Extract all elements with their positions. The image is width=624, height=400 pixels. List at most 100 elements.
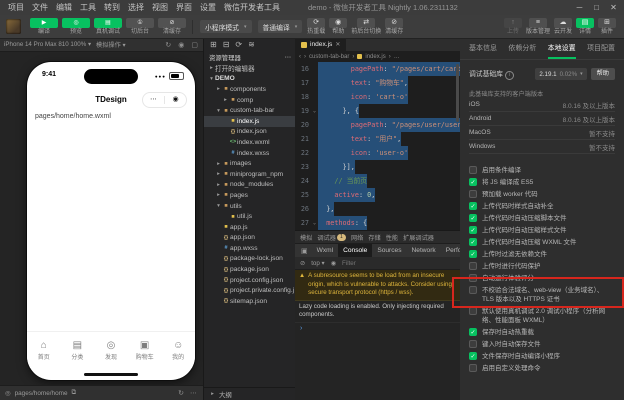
collapse-icon[interactable]: ≋ bbox=[248, 40, 255, 49]
tree-item-custom-tab-bar[interactable]: ▾ ■ custom-tab-bar bbox=[204, 105, 296, 116]
预览-button-icon[interactable]: ◎ bbox=[62, 17, 90, 28]
debugger-tab-存储[interactable]: 存储 bbox=[368, 233, 380, 242]
info-icon[interactable]: i bbox=[504, 71, 514, 80]
setting-option-12[interactable]: 默认使用真机调试 2.0 调试小程序（分析网络、性能面板 WXML） bbox=[469, 307, 615, 325]
details-tab-基本信息[interactable]: 基本信息 bbox=[469, 38, 497, 59]
exit-icon[interactable]: ◉ bbox=[165, 94, 186, 106]
close-icon[interactable]: ✕ bbox=[335, 41, 340, 48]
tree-item-sitemap.json[interactable]: {} sitemap.json bbox=[204, 296, 296, 307]
帮助-icon[interactable]: ◉ bbox=[329, 17, 348, 28]
setting-option-9[interactable]: 上传时进行代码保护 bbox=[469, 262, 615, 271]
menu-item[interactable]: 项目 bbox=[4, 2, 28, 13]
menu-item[interactable]: 视图 bbox=[148, 2, 172, 13]
new-folder-icon[interactable]: ⊟ bbox=[223, 40, 230, 49]
setting-option-5[interactable]: ✓ 上传代码时自动压缩脚本文件 bbox=[469, 214, 615, 223]
setting-option-15[interactable]: ✓ 文件保存时自动编译小程序 bbox=[469, 352, 615, 361]
tree-item-app.json[interactable]: {} app.json bbox=[204, 233, 296, 244]
setting-option-14[interactable]: 键入时自动保存文件 bbox=[469, 340, 615, 349]
热重载-icon[interactable]: ⟳ bbox=[307, 17, 326, 28]
toolbar-button-编译[interactable]: ▶ 编译 bbox=[30, 17, 58, 36]
devtools-tab-Wxml[interactable]: Wxml bbox=[312, 244, 338, 257]
compile-mode-select[interactable]: 普通编译 ▾ bbox=[257, 20, 303, 33]
base-library-select[interactable]: 2.19.1 0.02% ▾ bbox=[535, 68, 587, 80]
checkbox-unchecked-icon[interactable] bbox=[469, 364, 477, 372]
setting-option-13[interactable]: ✓ 保存时自动热重载 bbox=[469, 328, 615, 337]
more-icon[interactable]: ⋯ bbox=[285, 53, 291, 61]
toolbar-icon-帮助[interactable]: ◉ 帮助 bbox=[329, 17, 348, 36]
tree-item-utils[interactable]: ▾ ■ utils bbox=[204, 201, 296, 212]
filter-input[interactable]: Filter bbox=[342, 260, 356, 267]
debugger-tab-模拟[interactable]: 模拟 bbox=[300, 233, 312, 242]
devtools-tab-Console[interactable]: Console bbox=[338, 244, 373, 257]
checkbox-checked-icon[interactable]: ✓ bbox=[469, 226, 477, 234]
new-file-icon[interactable]: ⊞ bbox=[210, 40, 217, 49]
forward-icon[interactable]: › bbox=[304, 54, 306, 60]
清缓存-button-icon[interactable]: ⊘ bbox=[158, 17, 186, 28]
setting-option-2[interactable]: ✓ 将 JS 编译成 ES5 bbox=[469, 178, 615, 187]
phone-tab-发现[interactable]: ◎ 发现 bbox=[94, 332, 128, 368]
tree-item-package-lock.json[interactable]: {} package-lock.json bbox=[204, 254, 296, 265]
screenshot-icon[interactable]: ◉ bbox=[177, 41, 185, 49]
detach-icon[interactable]: ▢ bbox=[190, 41, 199, 49]
toolbar-button-详情[interactable]: ▤ 详情 bbox=[576, 17, 594, 36]
network-select[interactable]: 模拟操作 ▾ bbox=[96, 40, 126, 49]
tree-item-node_modules[interactable]: ▸ ■ node_modules bbox=[204, 180, 296, 191]
editor-tab-indexjs[interactable]: index.js ✕ bbox=[295, 38, 347, 51]
context-select[interactable]: top ▾ bbox=[311, 260, 324, 267]
details-tab-本地设置[interactable]: 本地设置 bbox=[547, 38, 576, 59]
project-avatar[interactable] bbox=[6, 19, 21, 34]
checkbox-checked-icon[interactable]: ✓ bbox=[469, 352, 477, 360]
toolbar-icon-清缓存[interactable]: ⊘ 清缓存 bbox=[385, 17, 403, 36]
fold-icon[interactable]: ⌄ bbox=[311, 104, 318, 118]
toolbar-button-上传[interactable]: ↑ 上传 bbox=[503, 17, 522, 36]
setting-option-6[interactable]: ✓ 上传代码时自动压缩样式文件 bbox=[469, 226, 615, 235]
back-icon[interactable]: ‹ bbox=[299, 54, 301, 60]
setting-option-3[interactable]: 预加载 worker 代码 bbox=[469, 190, 615, 199]
menu-item[interactable]: 转到 bbox=[100, 2, 124, 13]
phone-tab-我的[interactable]: ☺ 我的 bbox=[161, 332, 195, 368]
debugger-tab-调试器[interactable]: 调试器 1 bbox=[317, 233, 346, 242]
menu-item[interactable]: 编辑 bbox=[52, 2, 76, 13]
outline-section[interactable]: ▸ 大纲 bbox=[204, 387, 296, 400]
setting-option-10[interactable]: 自动运行体验评分 bbox=[469, 274, 615, 283]
tree-item-app.wxss[interactable]: # app.wxss bbox=[204, 243, 296, 254]
setting-option-16[interactable]: 启用自定义处理命令 bbox=[469, 364, 615, 373]
help-button[interactable]: 帮助 bbox=[590, 68, 615, 80]
checkbox-unchecked-icon[interactable] bbox=[469, 340, 477, 348]
tree-item-package.json[interactable]: {} package.json bbox=[204, 264, 296, 275]
setting-option-8[interactable]: ✓ 上传时过滤无依赖文件 bbox=[469, 250, 615, 259]
debugger-tab-网络[interactable]: 网络 bbox=[351, 233, 363, 242]
more-icon[interactable]: ⋯ bbox=[143, 94, 164, 106]
toolbar-button-云开发[interactable]: ☁ 云开发 bbox=[553, 17, 572, 36]
toolbar-button-清缓存[interactable]: ⊘ 清缓存 bbox=[158, 17, 186, 36]
setting-option-11[interactable]: 不校验合法域名、web-view（业务域名）、TLS 版本以及 HTTPS 证书 bbox=[469, 286, 615, 304]
tree-item-index.wxss[interactable]: # index.wxss bbox=[204, 148, 296, 159]
toolbar-button-切后台[interactable]: ① 切后台 bbox=[126, 17, 154, 36]
tree-item-miniprogram_npm[interactable]: ▸ ■ miniprogram_npm bbox=[204, 169, 296, 180]
refresh-icon[interactable]: ⟳ bbox=[235, 40, 242, 49]
eye-icon[interactable]: ◉ bbox=[331, 260, 336, 267]
toolbar-button-预览[interactable]: ◎ 预览 bbox=[62, 17, 90, 36]
checkbox-unchecked-icon[interactable] bbox=[469, 262, 477, 270]
phone-tab-分类[interactable]: ▤ 分类 bbox=[61, 332, 95, 368]
tree-item-project.config.json[interactable]: {} project.config.json bbox=[204, 275, 296, 286]
checkbox-unchecked-icon[interactable] bbox=[469, 286, 477, 294]
checkbox-checked-icon[interactable]: ✓ bbox=[469, 202, 477, 210]
checkbox-checked-icon[interactable]: ✓ bbox=[469, 328, 477, 336]
云开发-icon[interactable]: ☁ bbox=[553, 17, 572, 28]
tree-item-images[interactable]: ▸ ■ images bbox=[204, 158, 296, 169]
device-select[interactable]: iPhone 14 Pro Max 810 100% ▾ bbox=[4, 41, 91, 48]
console-prompt[interactable]: › bbox=[295, 323, 460, 334]
current-page-path[interactable]: pages/home/home bbox=[15, 390, 68, 397]
mode-select[interactable]: 小程序模式 ▾ bbox=[200, 20, 252, 33]
tree-item-index.json[interactable]: {} index.json bbox=[204, 127, 296, 138]
debugger-tab-扩展调试器[interactable]: 扩展调试器 bbox=[403, 233, 434, 242]
tree-item-DEMO[interactable]: ▾ DEMO bbox=[204, 74, 296, 85]
tree-item-index.wxml[interactable]: <> index.wxml bbox=[204, 137, 296, 148]
phone-tab-购物车[interactable]: ▣ 购物车 bbox=[128, 332, 162, 368]
真机调试-button-icon[interactable]: ▤ bbox=[94, 17, 122, 28]
debugger-tab-性能[interactable]: 性能 bbox=[386, 233, 398, 242]
menu-item[interactable]: 微信开发者工具 bbox=[220, 2, 284, 13]
toolbar-icon-前后台切换[interactable]: ⇄ 前后台切换 bbox=[351, 17, 381, 36]
checkbox-checked-icon[interactable]: ✓ bbox=[469, 238, 477, 246]
